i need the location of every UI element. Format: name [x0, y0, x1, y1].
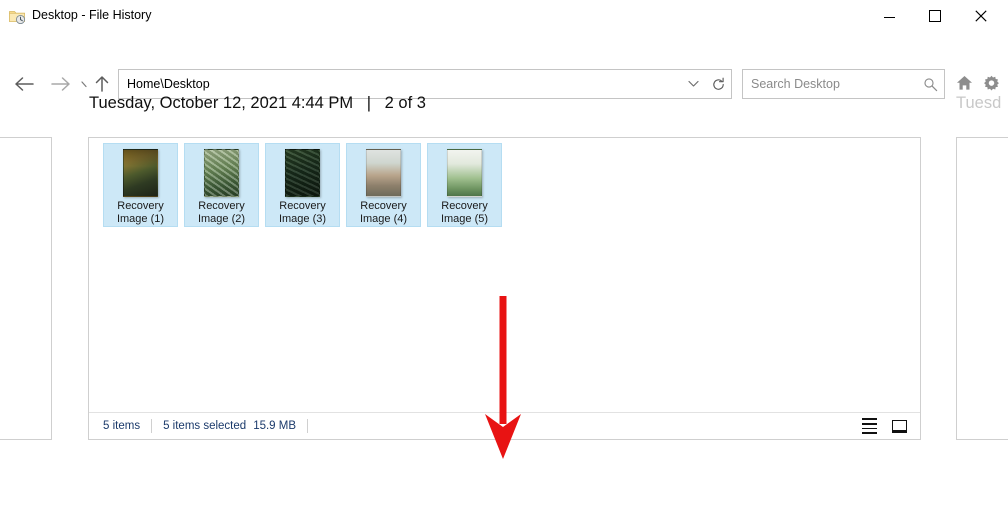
- list-lines-icon: [861, 418, 877, 434]
- arrow-up-icon: [95, 76, 109, 92]
- list-item[interactable]: Recovery Image (5): [427, 143, 502, 227]
- status-left-group: 5 items 5 items selected 15.9 MB: [89, 419, 319, 433]
- selection-size: 15.9 MB: [253, 420, 297, 432]
- large-icon-square-icon: [891, 419, 907, 433]
- status-bar: 5 items 5 items selected 15.9 MB: [89, 412, 920, 439]
- version-position: 2 of 3: [384, 94, 426, 112]
- items-grid: Recovery Image (1) Recovery Image (2) Re…: [89, 138, 920, 413]
- navigation-toolbar: Home\Desktop: [0, 31, 1008, 99]
- list-item[interactable]: Recovery Image (3): [265, 143, 340, 227]
- thumbnail-image: [285, 149, 320, 197]
- arrow-right-icon: [51, 77, 70, 91]
- item-label: Recovery Image (5): [440, 200, 489, 225]
- version-timestamp-header: Tuesday, October 12, 2021 4:44 PM | 2 of…: [89, 94, 426, 113]
- details-view-button[interactable]: [858, 415, 880, 437]
- list-item[interactable]: Recovery Image (1): [103, 143, 178, 227]
- item-count: 5 items: [103, 420, 141, 432]
- large-icons-view-button[interactable]: [888, 415, 910, 437]
- item-label: Recovery Image (1): [116, 200, 165, 225]
- gear-icon: [983, 75, 999, 90]
- close-button[interactable]: [958, 0, 1004, 31]
- list-item[interactable]: Recovery Image (2): [184, 143, 259, 227]
- thumbnail-image: [204, 149, 239, 197]
- refresh-button[interactable]: [705, 69, 732, 99]
- file-list-panel: Recovery Image (1) Recovery Image (2) Re…: [88, 137, 921, 440]
- thumbnail-image: [447, 149, 482, 197]
- version-timestamp: Tuesday, October 12, 2021 4:44 PM: [89, 94, 354, 112]
- refresh-icon: [712, 77, 724, 90]
- thumbnail-image: [366, 149, 401, 197]
- folder-clock-icon: [9, 8, 26, 25]
- version-navigation-controls: [0, 452, 1008, 509]
- search-input[interactable]: [743, 76, 916, 92]
- settings-button[interactable]: [980, 72, 1002, 94]
- item-label: Recovery Image (4): [359, 200, 408, 225]
- search-box[interactable]: [742, 69, 945, 99]
- maximize-button[interactable]: [912, 0, 958, 31]
- minimize-icon: [883, 17, 895, 18]
- item-label: Recovery Image (2): [197, 200, 246, 225]
- close-icon: [975, 9, 987, 22]
- search-icon[interactable]: [916, 77, 944, 92]
- header-separator: |: [366, 94, 372, 112]
- back-button[interactable]: [8, 69, 40, 99]
- window-title: Desktop - File History: [32, 8, 152, 22]
- title-bar: Desktop - File History: [0, 0, 1008, 31]
- item-label: Recovery Image (3): [278, 200, 327, 225]
- previous-version-panel[interactable]: [0, 137, 52, 440]
- home-button[interactable]: [953, 72, 975, 94]
- file-history-window: Desktop - File History Home\Desktop Sear…: [0, 0, 1008, 509]
- selection-count: 5 items selected: [163, 420, 247, 432]
- maximize-icon: [929, 9, 941, 22]
- next-version-timestamp-preview: Tuesd: [956, 94, 1002, 112]
- home-icon: [956, 75, 972, 90]
- view-mode-group: [858, 413, 910, 439]
- list-item[interactable]: Recovery Image (4): [346, 143, 421, 227]
- next-version-panel[interactable]: [956, 137, 1008, 440]
- thumbnail-image: [123, 149, 158, 197]
- status-divider: [307, 419, 309, 433]
- address-path: Home\Desktop: [127, 77, 210, 91]
- arrow-left-icon: [15, 77, 34, 91]
- forward-button[interactable]: [45, 69, 77, 99]
- status-divider: [151, 419, 153, 433]
- chevron-down-icon[interactable]: [680, 71, 706, 97]
- minimize-button[interactable]: [866, 0, 912, 31]
